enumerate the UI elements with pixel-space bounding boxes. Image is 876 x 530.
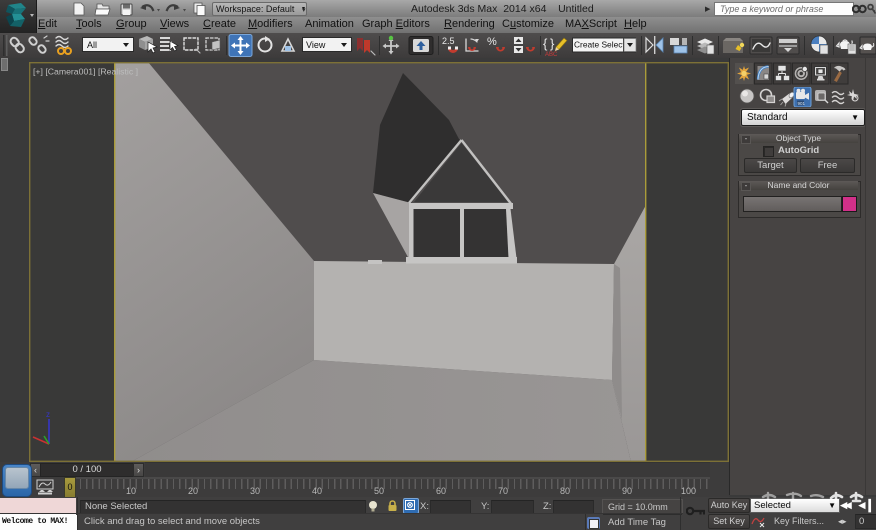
svg-text:z: z [46,410,50,419]
svg-text:901: 901 [798,101,806,106]
svg-text:[+] [Camera001] [Realistic ]: [+] [Camera001] [Realistic ] [33,67,138,77]
svg-text:%: % [487,36,497,48]
svg-text:View: View [306,40,326,50]
svg-text:{ }: { } [543,36,555,51]
svg-text:Create Selection Se: Create Selection Se [574,40,649,50]
svg-text:2.5: 2.5 [442,36,455,46]
svg-text:All: All [87,40,97,50]
